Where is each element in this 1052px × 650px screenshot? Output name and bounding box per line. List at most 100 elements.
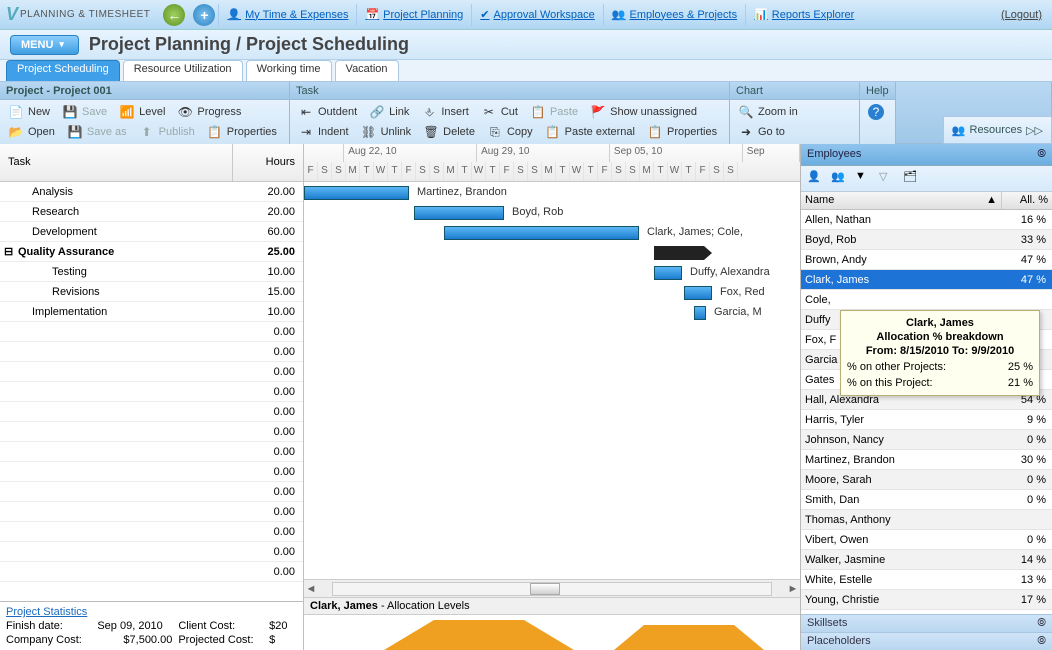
employee-row[interactable]: Johnson, Nancy0 % xyxy=(801,430,1052,450)
employee-row[interactable]: Boyd, Rob33 % xyxy=(801,230,1052,250)
tb-paste-external[interactable]: 📋Paste external xyxy=(539,122,641,142)
day-header: F xyxy=(696,162,710,182)
tb-properties-2[interactable]: 📋Properties xyxy=(641,122,723,142)
task-row-empty[interactable]: 0.00 xyxy=(0,562,303,582)
employee-row[interactable]: Martinez, Brandon30 % xyxy=(801,450,1052,470)
task-row-empty[interactable]: 0.00 xyxy=(0,482,303,502)
tb-show-unassigned[interactable]: 🚩Show unassigned xyxy=(584,102,703,122)
task-row[interactable]: Development60.00 xyxy=(0,222,303,242)
tb-progress[interactable]: 👁Progress xyxy=(171,102,247,122)
tb-insert[interactable]: ⎀Insert xyxy=(415,102,475,122)
task-row[interactable]: Testing10.00 xyxy=(0,262,303,282)
gantt-bar[interactable] xyxy=(304,186,409,200)
tb-delete[interactable]: 🗑Delete xyxy=(417,122,481,142)
employee-row[interactable]: Harris, Tyler9 % xyxy=(801,410,1052,430)
day-header: T xyxy=(360,162,374,182)
col-hours[interactable]: Hours xyxy=(233,144,303,181)
gantt-bar[interactable] xyxy=(654,266,682,280)
task-row-empty[interactable]: 0.00 xyxy=(0,422,303,442)
employee-row[interactable]: Smith, Dan0 % xyxy=(801,490,1052,510)
tb-outdent[interactable]: ⇤Outdent xyxy=(292,102,363,122)
task-row-empty[interactable]: 0.00 xyxy=(0,442,303,462)
emp-col-name[interactable]: Name▲ xyxy=(801,192,1002,209)
gantt-bar[interactable] xyxy=(654,246,704,260)
task-row-empty[interactable]: 0.00 xyxy=(0,382,303,402)
expand-icon: ⦾ xyxy=(1037,635,1046,648)
tab-resource-utilization[interactable]: Resource Utilization xyxy=(123,60,243,81)
scroll-right-icon[interactable]: ► xyxy=(786,583,800,595)
employee-row[interactable]: Young, Christie17 % xyxy=(801,590,1052,610)
employee-row[interactable]: White, Estelle13 % xyxy=(801,570,1052,590)
employee-row[interactable]: Cole, xyxy=(801,290,1052,310)
task-row-empty[interactable]: 0.00 xyxy=(0,462,303,482)
tab-project-scheduling[interactable]: Project Scheduling xyxy=(6,60,120,81)
gantt-scrollbar[interactable]: ◄ ► xyxy=(304,579,800,597)
day-header: S xyxy=(612,162,626,182)
employee-row[interactable]: Allen, Nathan16 % xyxy=(801,210,1052,230)
tb-new[interactable]: 📄New xyxy=(2,102,56,122)
employee-row[interactable]: Vibert, Owen0 % xyxy=(801,530,1052,550)
task-row[interactable]: Implementation10.00 xyxy=(0,302,303,322)
allocation-header: Clark, James - Allocation Levels xyxy=(304,597,800,615)
tb-help[interactable]: ? xyxy=(862,102,890,122)
task-row-empty[interactable]: 0.00 xyxy=(0,522,303,542)
add-employee-icon[interactable]: 👤 xyxy=(807,170,825,188)
task-row-empty[interactable]: 0.00 xyxy=(0,402,303,422)
collapse-icon[interactable]: ⦾ xyxy=(1037,148,1046,161)
task-row-empty[interactable]: 0.00 xyxy=(0,542,303,562)
col-task[interactable]: Task xyxy=(0,144,233,181)
task-row-empty[interactable]: 0.00 xyxy=(0,362,303,382)
task-row-empty[interactable]: 0.00 xyxy=(0,502,303,522)
gantt-bar[interactable] xyxy=(444,226,639,240)
logout-link[interactable]: (Logout) xyxy=(1001,9,1042,21)
nav-project-planning[interactable]: 📅Project Planning xyxy=(356,4,471,26)
tb-unlink[interactable]: ⛓Unlink xyxy=(355,122,418,142)
employee-row[interactable]: Thomas, Anthony xyxy=(801,510,1052,530)
nav-employees[interactable]: 👥Employees & Projects xyxy=(603,4,745,26)
tb-goto[interactable]: ➜Go to xyxy=(732,122,791,142)
tab-vacation[interactable]: Vacation xyxy=(335,60,399,81)
placeholders-accordion[interactable]: Placeholders⦾ xyxy=(801,632,1052,650)
tb-copy[interactable]: ⎘Copy xyxy=(481,122,539,142)
add-group-icon[interactable]: 👥 xyxy=(831,170,849,188)
tb-properties[interactable]: 📋Properties xyxy=(201,122,283,142)
tb-paste[interactable]: 📋Paste xyxy=(524,102,584,122)
skillsets-accordion[interactable]: Skillsets⦾ xyxy=(801,614,1052,632)
tb-open[interactable]: 📂Open xyxy=(2,122,61,142)
task-row[interactable]: Analysis20.00 xyxy=(0,182,303,202)
nav-my-time[interactable]: 👤My Time & Expenses xyxy=(218,4,356,26)
nav-forward-button[interactable]: + xyxy=(193,4,215,26)
employee-row[interactable]: Moore, Sarah0 % xyxy=(801,470,1052,490)
filter-add-icon[interactable]: ▼ xyxy=(855,170,873,188)
nav-reports[interactable]: 📊Reports Explorer xyxy=(745,4,862,26)
employee-row[interactable]: Brown, Andy47 % xyxy=(801,250,1052,270)
tb-save[interactable]: 💾Save xyxy=(56,102,113,122)
task-row-empty[interactable]: 0.00 xyxy=(0,342,303,362)
tb-indent[interactable]: ⇥Indent xyxy=(292,122,355,142)
employee-row[interactable]: Walker, Jasmine14 % xyxy=(801,550,1052,570)
task-row-empty[interactable]: 0.00 xyxy=(0,322,303,342)
task-row[interactable]: Revisions15.00 xyxy=(0,282,303,302)
tb-link[interactable]: 🔗Link xyxy=(363,102,415,122)
resources-toggle[interactable]: 👥Resources ▷▷ xyxy=(943,116,1052,144)
scroll-left-icon[interactable]: ◄ xyxy=(304,583,318,595)
gantt-bar[interactable] xyxy=(414,206,504,220)
filter-clear-icon[interactable]: ▽ xyxy=(879,170,897,188)
gantt-bar[interactable] xyxy=(694,306,706,320)
project-statistics-link[interactable]: Project Statistics xyxy=(6,606,87,618)
tb-zoom-in[interactable]: 🔍Zoom in xyxy=(732,102,804,122)
nav-approval[interactable]: ✔Approval Workspace xyxy=(471,4,603,26)
tb-cut[interactable]: ✂Cut xyxy=(475,102,524,122)
task-row[interactable]: Quality Assurance25.00 xyxy=(0,242,303,262)
tab-working-time[interactable]: Working time xyxy=(246,60,332,81)
task-row[interactable]: Research20.00 xyxy=(0,202,303,222)
stack-icon[interactable]: 🗂 xyxy=(903,170,921,188)
employee-row[interactable]: Clark, James47 % xyxy=(801,270,1052,290)
menu-button[interactable]: MENU xyxy=(10,35,79,55)
emp-col-pct[interactable]: All. % xyxy=(1002,192,1052,209)
gantt-bar[interactable] xyxy=(684,286,712,300)
tb-publish[interactable]: ⬆Publish xyxy=(133,122,201,142)
nav-back-button[interactable]: ← xyxy=(163,4,185,26)
tb-level[interactable]: 📶Level xyxy=(113,102,171,122)
tb-saveas[interactable]: 💾Save as xyxy=(61,122,133,142)
